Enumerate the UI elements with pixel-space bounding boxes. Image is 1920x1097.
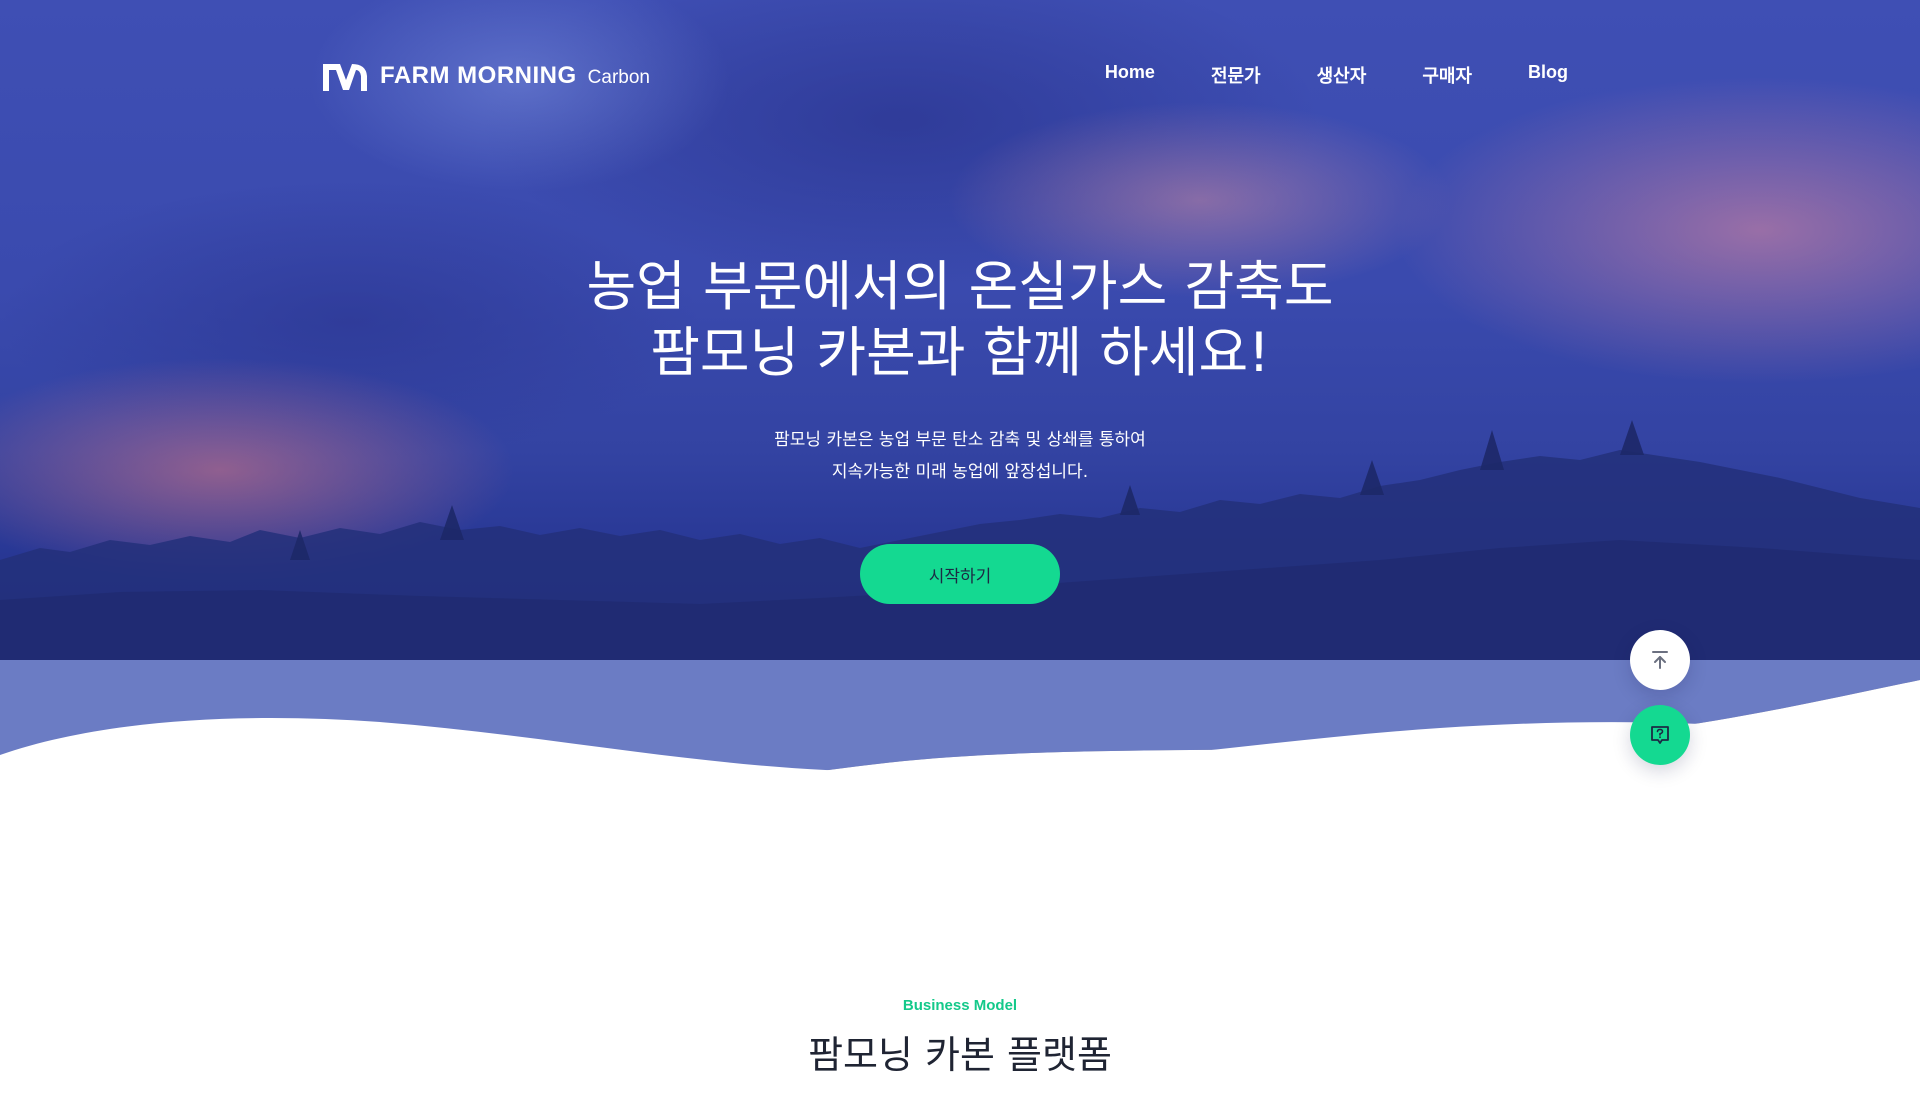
farm-morning-logo-icon: [323, 64, 367, 91]
brand-product: Carbon: [587, 67, 650, 88]
nav-item-home[interactable]: Home: [1105, 62, 1155, 88]
hero-description-line2: 지속가능한 미래 농업에 앞장섭니다.: [831, 462, 1089, 482]
help-chat-button[interactable]: [1630, 705, 1690, 765]
hero-headline: 농업 부문에서의 온실가스 감축도 팜모닝 카본과 함께 하세요!: [0, 254, 1920, 386]
nav-item-blog[interactable]: Blog: [1528, 62, 1568, 88]
hero-description-line1: 팜모닝 카본은 농업 부문 탄소 감축 및 상쇄를 통하여: [774, 430, 1146, 450]
brand-name: FARM MORNING: [380, 62, 577, 89]
hero-headline-line1: 농업 부문에서의 온실가스 감축도: [586, 255, 1334, 318]
nav-item-experts[interactable]: 전문가: [1211, 62, 1261, 88]
hero-description: 팜모닝 카본은 농업 부문 탄소 감축 및 상쇄를 통하여 지속가능한 미래 농…: [0, 424, 1920, 488]
scroll-to-top-button[interactable]: [1630, 630, 1690, 690]
question-chat-icon: [1651, 726, 1669, 744]
nav-item-producers[interactable]: 생산자: [1317, 62, 1367, 88]
brand-logo[interactable]: FARM MORNING Carbon: [320, 56, 650, 96]
nav-item-buyers[interactable]: 구매자: [1422, 62, 1472, 88]
section-eyebrow: Business Model: [902, 997, 1018, 1014]
start-button[interactable]: 시작하기: [860, 544, 1060, 604]
main-nav: Home 전문가 생산자 구매자 Blog: [1049, 62, 1568, 88]
section-title: 팜모닝 카본 플랫폼: [808, 1033, 1112, 1077]
hero-headline-line2: 팜모닝 카본과 함께 하세요!: [650, 321, 1270, 384]
arrow-up-to-top-icon: [1652, 651, 1668, 669]
